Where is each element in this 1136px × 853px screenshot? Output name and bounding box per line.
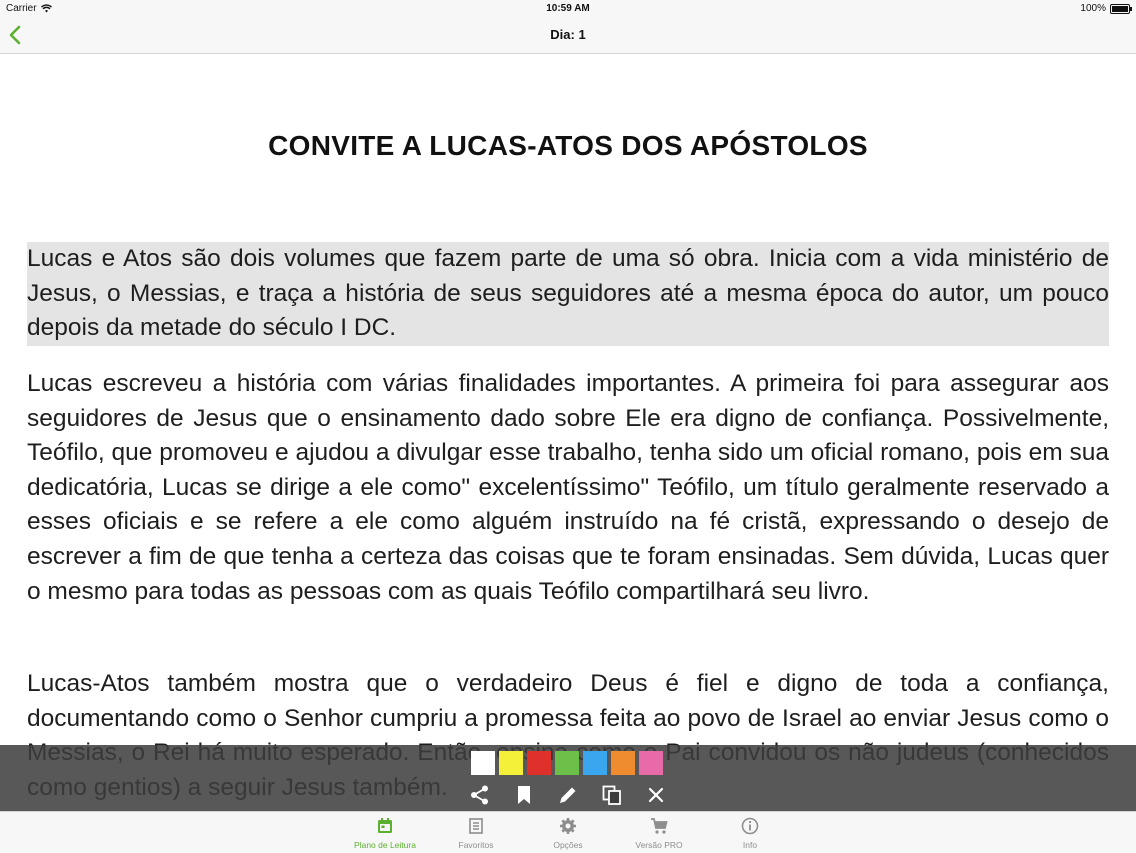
copy-button[interactable]: [600, 783, 624, 807]
color-swatch[interactable]: [499, 751, 523, 775]
paragraph-selected[interactable]: Lucas e Atos são dois volumes que fazem …: [27, 242, 1109, 346]
selection-actions: [468, 783, 668, 807]
tab-favoritos[interactable]: Favoritos: [436, 816, 516, 850]
tab-label: Info: [742, 840, 758, 850]
battery-status: 100%: [1080, 3, 1132, 14]
highlight-toolbar: [0, 745, 1136, 811]
tab-info[interactable]: Info: [710, 816, 790, 850]
color-swatches: [471, 751, 663, 775]
tab-versao-pro[interactable]: Versão PRO: [619, 816, 699, 850]
note-button[interactable]: [556, 783, 580, 807]
tab-label: Plano de Leitura: [354, 840, 416, 850]
color-swatch[interactable]: [471, 751, 495, 775]
info-icon: [741, 817, 759, 835]
close-button[interactable]: [644, 783, 668, 807]
clock: 10:59 AM: [546, 3, 590, 14]
tab-label: Opções: [553, 840, 583, 850]
tab-bar: Plano de Leitura Favoritos Opções Versão…: [0, 811, 1136, 853]
cart-icon: [651, 818, 668, 834]
gear-icon: [560, 818, 576, 834]
calendar-icon: [378, 818, 392, 833]
reading-content[interactable]: CONVITE A LUCAS-ATOS DOS APÓSTOLOS Lucas…: [0, 54, 1136, 812]
tab-label: Versão PRO: [635, 840, 683, 850]
battery-percent: 100%: [1080, 3, 1106, 14]
color-swatch[interactable]: [555, 751, 579, 775]
color-swatch[interactable]: [611, 751, 635, 775]
color-swatch[interactable]: [583, 751, 607, 775]
nav-title: Dia: 1: [550, 27, 586, 42]
tab-opcoes[interactable]: Opções: [528, 816, 608, 850]
copy-icon: [602, 785, 621, 805]
share-icon: [471, 785, 488, 805]
bookmark-icon: [518, 786, 530, 804]
navigation-bar: Dia: 1: [0, 18, 1136, 54]
document-title: CONVITE A LUCAS-ATOS DOS APÓSTOLOS: [268, 130, 868, 161]
pencil-icon: [560, 787, 576, 803]
bookmark-button[interactable]: [512, 783, 536, 807]
share-button[interactable]: [468, 783, 492, 807]
paragraph[interactable]: Lucas escreveu a história com várias fin…: [27, 367, 1109, 609]
tab-label: Favoritos: [458, 840, 494, 850]
color-swatch[interactable]: [639, 751, 663, 775]
color-swatch[interactable]: [527, 751, 551, 775]
close-icon: [648, 787, 664, 803]
book-icon: [469, 818, 483, 834]
status-bar: Carrier 10:59 AM 100%: [0, 0, 1136, 18]
battery-icon: [1110, 3, 1132, 14]
tab-plano-de-leitura[interactable]: Plano de Leitura: [345, 816, 425, 850]
